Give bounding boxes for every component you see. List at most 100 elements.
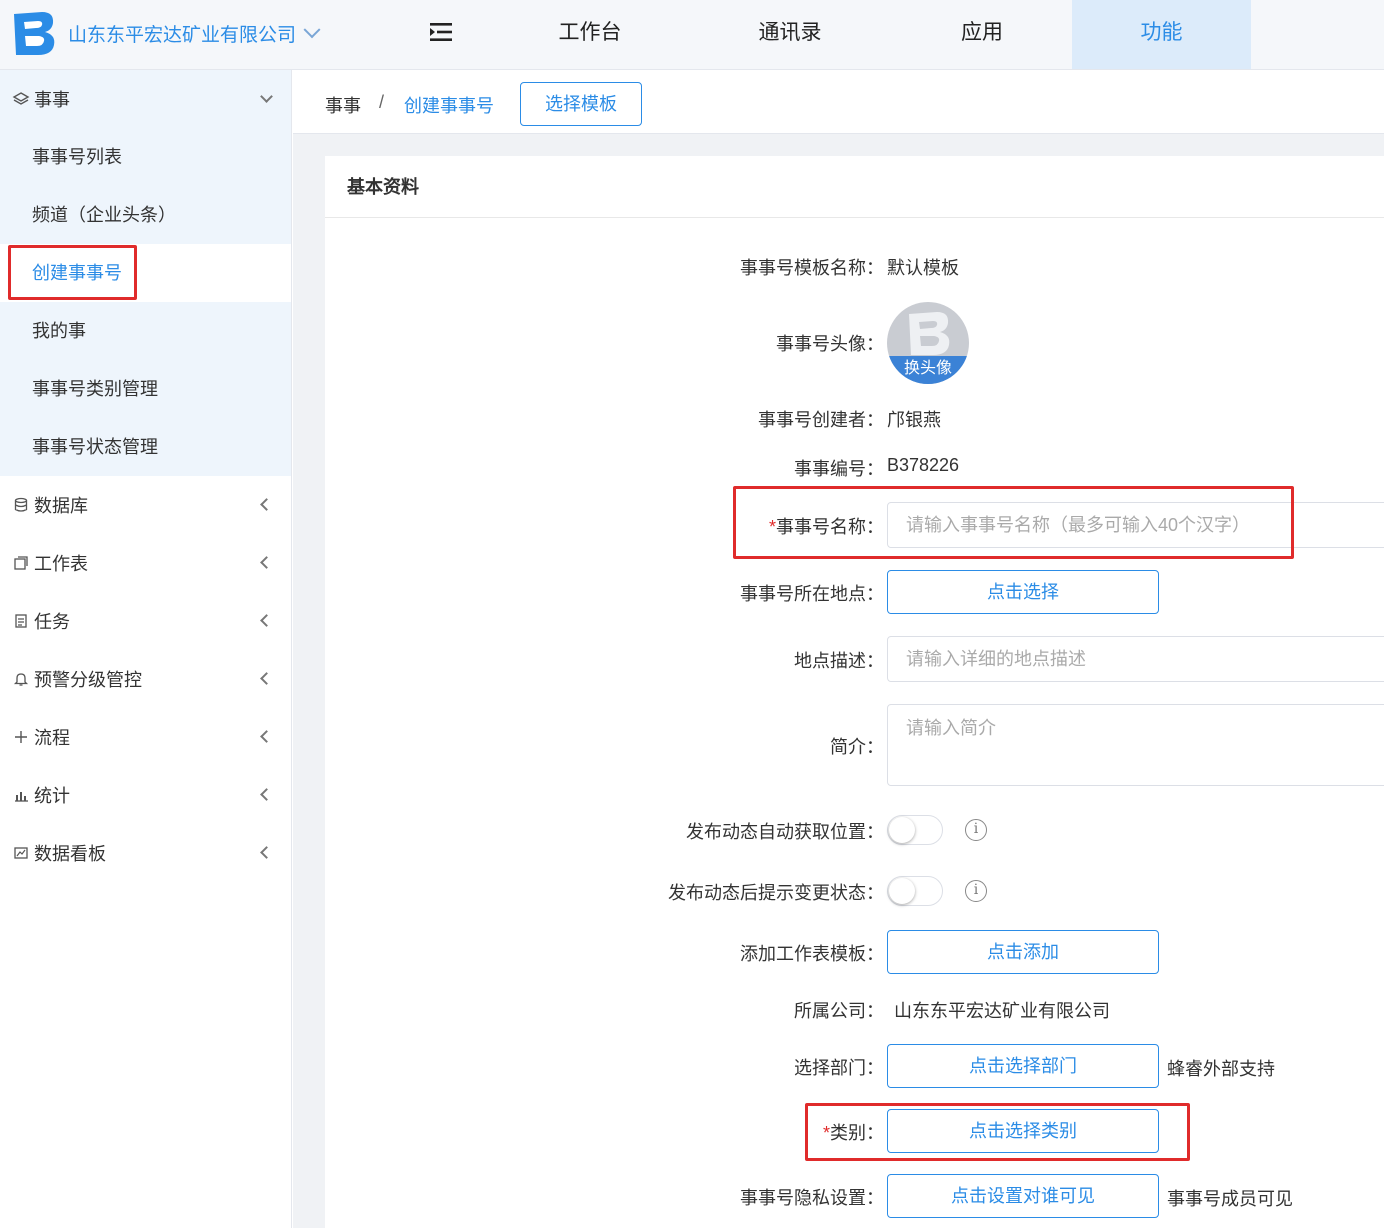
chevron-down-icon <box>260 90 273 103</box>
breadcrumb-root[interactable]: 事事 <box>325 92 361 118</box>
select-location-button[interactable]: 点击选择 <box>887 570 1159 614</box>
sidebar-group-database[interactable]: 数据库 <box>0 476 291 534</box>
worksheet-label: 添加工作表模板： <box>740 944 884 964</box>
creator-label: 事事号创建者： <box>758 410 884 430</box>
intro-label: 简介： <box>830 737 884 757</box>
select-template-button[interactable]: 选择模板 <box>520 82 642 126</box>
row-location: 事事号所在地点： 点击选择 <box>325 570 1384 614</box>
layers-icon <box>12 90 30 108</box>
nav-workbench[interactable]: 工作台 <box>520 0 660 69</box>
status-prompt-toggle[interactable] <box>887 876 943 906</box>
creator-value: 邝银燕 <box>887 410 941 430</box>
sidebar-group-stats[interactable]: 统计 <box>0 766 291 824</box>
info-icon[interactable]: i <box>965 819 987 841</box>
sidebar-group-task[interactable]: 任务 <box>0 592 291 650</box>
privacy-setting-button[interactable]: 点击设置对谁可见 <box>887 1174 1159 1218</box>
sidebar-group-label: 数据库 <box>34 496 88 516</box>
sidebar-item-status-manage[interactable]: 事事号状态管理 <box>0 418 291 476</box>
location-label: 事事号所在地点： <box>740 584 884 604</box>
status-prompt-label: 发布动态后提示变更状态： <box>668 883 884 903</box>
plus-icon <box>12 728 30 746</box>
sidebar-group-dashboard[interactable]: 数据看板 <box>0 824 291 882</box>
department-value: 蜂睿外部支持 <box>1167 1059 1275 1079</box>
toggle-knob <box>889 817 915 843</box>
sidebar-group-label: 预警分级管控 <box>34 670 142 690</box>
row-privacy: 事事号隐私设置： 点击设置对谁可见 事事号成员可见 <box>325 1174 1384 1218</box>
avatar-logo-icon <box>909 312 950 355</box>
highlight-box-create <box>8 245 137 300</box>
template-name-label: 事事号模板名称： <box>740 258 884 278</box>
row-department: 选择部门： 点击选择部门 蜂睿外部支持 <box>325 1044 1384 1088</box>
auto-location-toggle[interactable] <box>887 815 943 845</box>
row-avatar: 事事号头像： 换头像 <box>325 302 1384 384</box>
avatar[interactable]: 换头像 <box>887 302 969 384</box>
main-content: 事事 / 创建事事号 选择模板 基本资料 事事号模板名称： 默认模板 事事号头像… <box>293 70 1384 1228</box>
chevron-left-icon <box>260 556 273 569</box>
auto-location-label: 发布动态自动获取位置： <box>686 822 884 842</box>
row-template-name: 事事号模板名称： 默认模板 <box>325 254 1384 278</box>
number-value: B378226 <box>887 455 960 475</box>
worksheet-icon <box>12 554 30 572</box>
select-department-button[interactable]: 点击选择部门 <box>887 1044 1159 1088</box>
top-bar: 山东东平宏达矿业有限公司 工作台 通讯录 应用 功能 <box>0 0 1384 70</box>
section-title: 基本资料 <box>325 156 1384 218</box>
department-label: 选择部门： <box>794 1058 884 1078</box>
company-name: 山东东平宏达矿业有限公司 <box>68 25 297 46</box>
number-label: 事事编号： <box>794 459 884 479</box>
sidebar-group-header-shishi[interactable]: 事事 <box>0 70 291 128</box>
sidebar-group-label: 流程 <box>34 728 70 748</box>
nav-functions[interactable]: 功能 <box>1072 0 1251 69</box>
sidebar: 事事 事事号列表 频道（企业头条） 创建事事号 我的事 事事号类别管理 事事号状… <box>0 70 292 1228</box>
row-intro: 简介： <box>325 704 1384 786</box>
row-location-desc: 地点描述： <box>325 636 1384 682</box>
company-value: 山东东平宏达矿业有限公司 <box>894 1001 1110 1021</box>
location-desc-input[interactable] <box>887 636 1384 682</box>
row-worksheet: 添加工作表模板： 点击添加 <box>325 930 1384 974</box>
chevron-left-icon <box>260 730 273 743</box>
chevron-left-icon <box>260 846 273 859</box>
bar-chart-icon <box>12 786 30 804</box>
avatar-label: 事事号头像： <box>776 334 884 354</box>
sidebar-item-category-manage[interactable]: 事事号类别管理 <box>0 360 291 418</box>
form-panel: 基本资料 事事号模板名称： 默认模板 事事号头像： 换头像 事事号创建者： 邝银… <box>325 156 1384 1228</box>
company-switcher[interactable]: 山东东平宏达矿业有限公司 <box>68 20 321 47</box>
sidebar-group-label: 事事 <box>34 90 70 110</box>
breadcrumb-current: 创建事事号 <box>404 96 494 116</box>
intro-textarea[interactable] <box>887 704 1384 786</box>
row-auto-location: 发布动态自动获取位置： i <box>325 815 1384 845</box>
sidebar-group-label: 工作表 <box>34 554 88 574</box>
add-worksheet-button[interactable]: 点击添加 <box>887 930 1159 974</box>
info-icon[interactable]: i <box>965 880 987 902</box>
sidebar-group-process[interactable]: 流程 <box>0 708 291 766</box>
breadcrumb-separator: / <box>379 92 385 112</box>
sidebar-group-worksheet[interactable]: 工作表 <box>0 534 291 592</box>
sidebar-group-label: 统计 <box>34 786 70 806</box>
toggle-knob <box>889 878 915 904</box>
location-desc-label: 地点描述： <box>794 651 884 671</box>
dashboard-icon <box>12 844 30 862</box>
privacy-label: 事事号隐私设置： <box>740 1188 884 1208</box>
sidebar-group-label: 数据看板 <box>34 844 106 864</box>
change-avatar-button[interactable]: 换头像 <box>887 356 969 384</box>
privacy-value: 事事号成员可见 <box>1167 1189 1293 1209</box>
database-icon <box>12 496 30 514</box>
nav-apps[interactable]: 应用 <box>912 0 1052 69</box>
sidebar-item-list[interactable]: 事事号列表 <box>0 128 291 186</box>
breadcrumb: 事事 / 创建事事号 选择模板 <box>293 70 1384 134</box>
chevron-left-icon <box>260 672 273 685</box>
task-icon <box>12 612 30 630</box>
highlight-box-name <box>733 486 1294 559</box>
company-label: 所属公司： <box>794 1001 884 1021</box>
chevron-down-icon <box>303 20 321 38</box>
sidebar-item-mine[interactable]: 我的事 <box>0 302 291 360</box>
chevron-left-icon <box>260 788 273 801</box>
app-logo-icon[interactable] <box>8 10 58 56</box>
chevron-left-icon <box>260 498 273 511</box>
menu-collapse-icon[interactable] <box>428 20 454 44</box>
nav-contacts[interactable]: 通讯录 <box>720 0 860 69</box>
row-status-prompt: 发布动态后提示变更状态： i <box>325 876 1384 906</box>
bell-icon <box>12 670 30 688</box>
sidebar-group-warning[interactable]: 预警分级管控 <box>0 650 291 708</box>
sidebar-item-channel[interactable]: 频道（企业头条） <box>0 186 291 244</box>
row-company: 所属公司： 山东东平宏达矿业有限公司 <box>325 997 1384 1021</box>
